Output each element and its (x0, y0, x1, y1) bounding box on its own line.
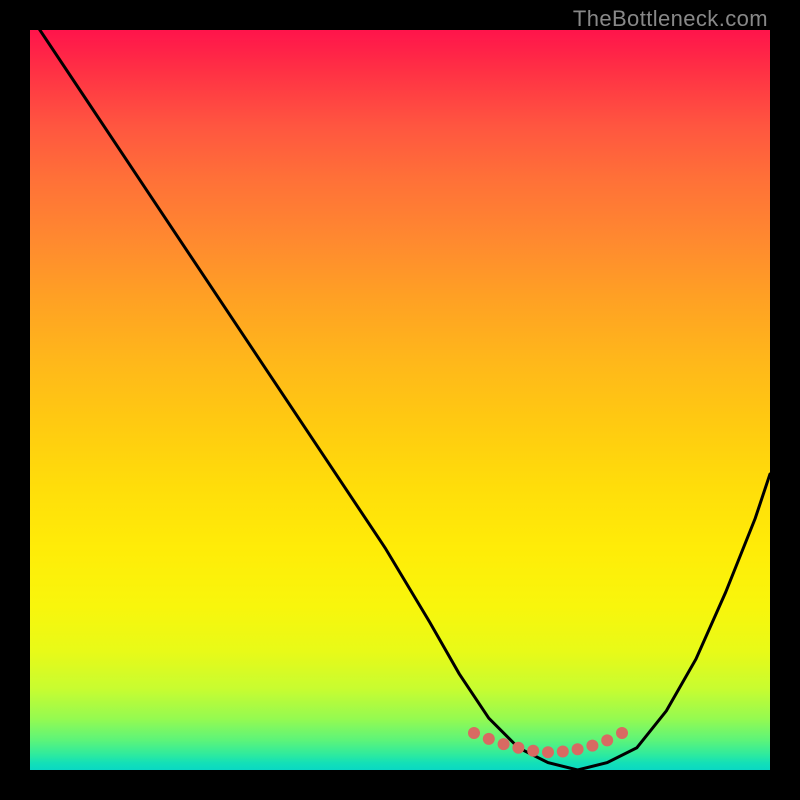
plot-area (30, 30, 770, 770)
recommended-range-markers (468, 727, 628, 758)
marker-dot (557, 746, 569, 758)
marker-dot (616, 727, 628, 739)
chart-container: TheBottleneck.com (0, 0, 800, 800)
bottleneck-curve (30, 30, 770, 770)
marker-dot (468, 727, 480, 739)
marker-dot (601, 734, 613, 746)
marker-dot (483, 733, 495, 745)
marker-dot (498, 738, 510, 750)
marker-dot (542, 746, 554, 758)
marker-dot (586, 740, 598, 752)
marker-dot (572, 743, 584, 755)
marker-dot (512, 742, 524, 754)
watermark-text: TheBottleneck.com (573, 6, 768, 32)
chart-svg (30, 30, 770, 770)
marker-dot (527, 745, 539, 757)
